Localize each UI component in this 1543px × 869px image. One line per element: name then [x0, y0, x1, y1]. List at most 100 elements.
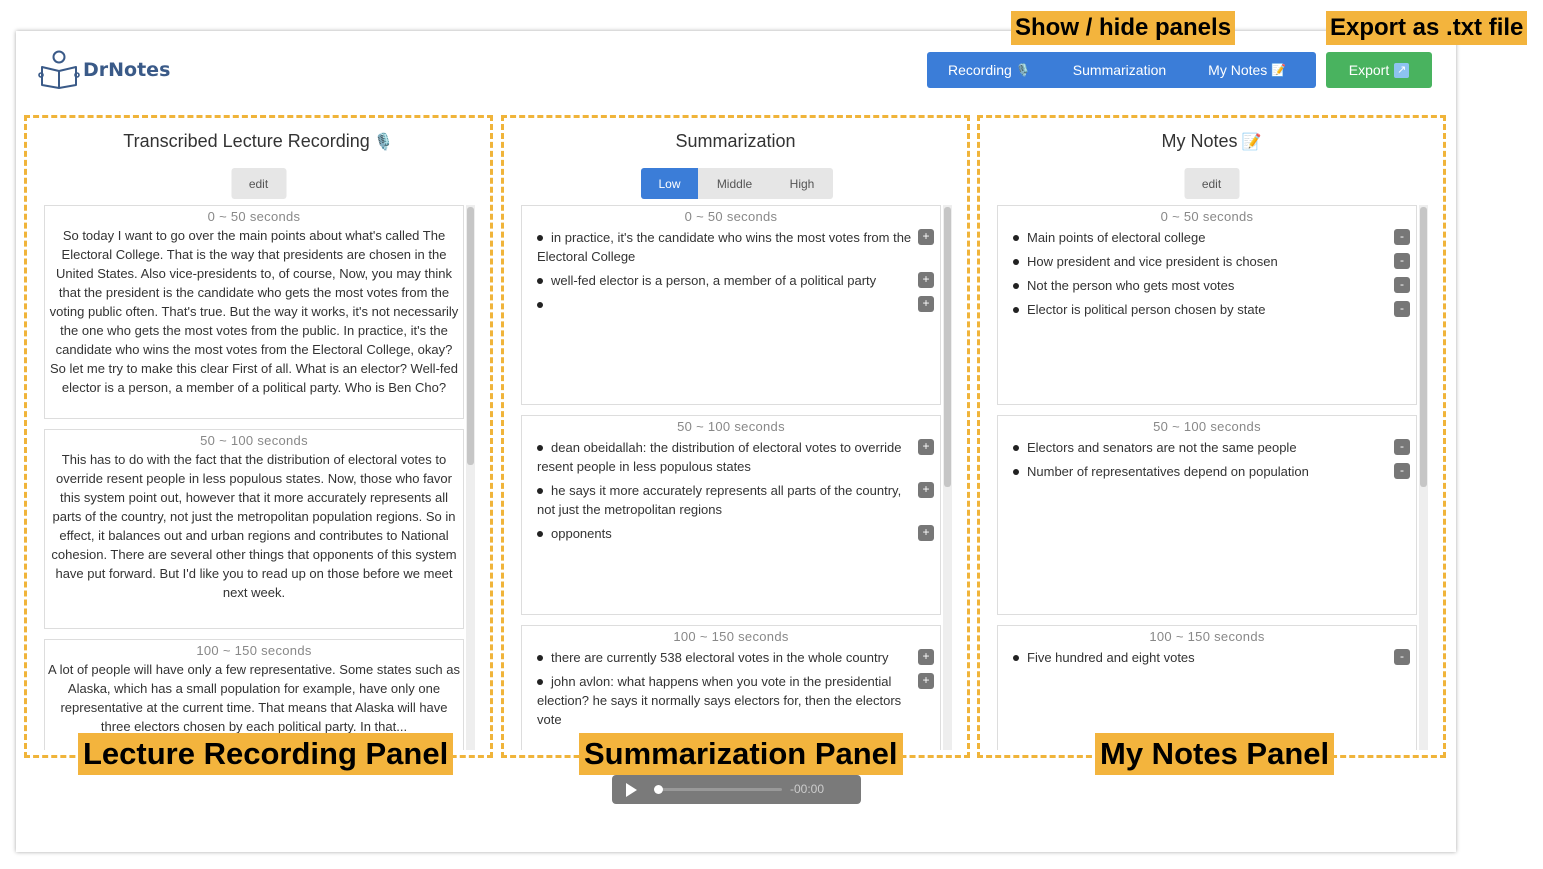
- note-item[interactable]: Elector is political person chosen by st…: [1013, 300, 1410, 319]
- notes-chunk-list[interactable]: 0 ~ 50 seconds Main points of electoral …: [997, 205, 1419, 750]
- scroll-thumb[interactable]: [1420, 207, 1427, 487]
- chunk-time-label: 50 ~ 100 seconds: [200, 433, 308, 448]
- notes-edit-button[interactable]: edit: [1184, 168, 1239, 199]
- recording-edit-button[interactable]: edit: [231, 168, 286, 199]
- summary-item[interactable]: +: [537, 295, 934, 314]
- transcript-chunk: 50 ~ 100 seconds This has to do with the…: [44, 429, 464, 629]
- bullet-icon: [537, 654, 543, 661]
- scroll-thumb[interactable]: [944, 207, 951, 487]
- toggle-summarization-button[interactable]: Summarization: [1073, 52, 1166, 88]
- callout-recording-panel: Lecture Recording Panel: [78, 733, 454, 775]
- summary-item-text: john avlon: what happens when you vote i…: [537, 674, 902, 727]
- transcript-text: A lot of people will have only a few rep…: [48, 662, 460, 734]
- chunk-time-label: 100 ~ 150 seconds: [673, 629, 789, 644]
- summary-item-text: well-fed elector is a person, a member o…: [551, 273, 877, 288]
- note-item[interactable]: Main points of electoral college -: [1013, 228, 1410, 247]
- bullet-icon: [1013, 306, 1019, 313]
- notes-chunk: 0 ~ 50 seconds Main points of electoral …: [997, 205, 1417, 405]
- add-to-notes-button[interactable]: +: [918, 229, 934, 245]
- note-item[interactable]: Five hundred and eight votes -: [1013, 648, 1410, 667]
- summary-chunk-list[interactable]: 0 ~ 50 seconds in practice, it's the can…: [521, 205, 943, 750]
- note-item-text: Elector is political person chosen by st…: [1027, 302, 1266, 317]
- add-to-notes-button[interactable]: +: [918, 272, 934, 288]
- audio-time: -00:00: [790, 782, 825, 796]
- remove-note-button[interactable]: -: [1394, 229, 1410, 245]
- level-low-button[interactable]: Low: [641, 168, 698, 199]
- remove-note-button[interactable]: -: [1394, 463, 1410, 479]
- note-item-text: Not the person who gets most votes: [1027, 278, 1235, 293]
- note-item[interactable]: How president and vice president is chos…: [1013, 252, 1410, 271]
- chunk-time-label: 0 ~ 50 seconds: [684, 209, 778, 224]
- toggle-notes-label: My Notes: [1208, 62, 1268, 78]
- summary-item[interactable]: dean obeidallah: the distribution of ele…: [537, 438, 934, 476]
- summary-list: dean obeidallah: the distribution of ele…: [522, 434, 940, 543]
- summary-chunk: 100 ~ 150 seconds there are currently 53…: [521, 625, 941, 750]
- summary-item-text: there are currently 538 electoral votes …: [551, 650, 889, 665]
- notes-scrollbar[interactable]: [1419, 205, 1428, 750]
- summary-item[interactable]: he says it more accurately represents al…: [537, 481, 934, 519]
- callout-notes-panel: My Notes Panel: [1095, 733, 1335, 775]
- summarization-panel-title: Summarization: [675, 131, 796, 151]
- summary-item[interactable]: john avlon: what happens when you vote i…: [537, 672, 934, 729]
- note-item-text: Five hundred and eight votes: [1027, 650, 1195, 665]
- remove-note-button[interactable]: -: [1394, 277, 1410, 293]
- recording-panel: Transcribed Lecture Recording 🎙️ edit 0 ~…: [24, 115, 493, 758]
- add-to-notes-button[interactable]: +: [918, 482, 934, 498]
- bullet-icon: [1013, 444, 1019, 451]
- summary-item[interactable]: there are currently 538 electoral votes …: [537, 648, 934, 667]
- note-item[interactable]: Number of representatives depend on popu…: [1013, 462, 1410, 481]
- summary-scrollbar[interactable]: [943, 205, 952, 750]
- summary-chunk: 50 ~ 100 seconds dean obeidallah: the di…: [521, 415, 941, 615]
- notes-panel: My Notes 📝 edit 0 ~ 50 seconds Main point…: [977, 115, 1446, 758]
- memo-icon: 📝: [1241, 134, 1262, 151]
- remove-note-button[interactable]: -: [1394, 301, 1410, 317]
- audio-seek-bar[interactable]: [658, 788, 782, 791]
- external-link-icon: ↗: [1394, 62, 1410, 78]
- summary-item[interactable]: in practice, it's the candidate who wins…: [537, 228, 934, 266]
- level-middle-button[interactable]: Middle: [698, 168, 771, 199]
- remove-note-button[interactable]: -: [1394, 253, 1410, 269]
- note-item[interactable]: Electors and senators are not the same p…: [1013, 438, 1410, 457]
- note-item[interactable]: Not the person who gets most votes -: [1013, 276, 1410, 295]
- add-to-notes-button[interactable]: +: [918, 673, 934, 689]
- bullet-icon: [537, 530, 543, 537]
- add-to-notes-button[interactable]: +: [918, 439, 934, 455]
- add-to-notes-button[interactable]: +: [918, 525, 934, 541]
- app-name: DrNotes: [83, 59, 171, 81]
- note-item-text: Electors and senators are not the same p…: [1027, 440, 1297, 455]
- bullet-icon: [1013, 282, 1019, 289]
- remove-note-button[interactable]: -: [1394, 439, 1410, 455]
- toggle-notes-button[interactable]: My Notes 📝: [1208, 52, 1286, 88]
- recording-panel-title: Transcribed Lecture Recording 🎙️: [27, 131, 490, 152]
- add-to-notes-button[interactable]: +: [918, 649, 934, 665]
- level-high-button[interactable]: High: [771, 168, 833, 199]
- recording-scrollbar[interactable]: [466, 205, 475, 750]
- toggle-recording-button[interactable]: Recording 🎙️: [948, 52, 1031, 88]
- memo-icon: 📝: [1271, 63, 1287, 77]
- bullet-icon: [537, 444, 543, 451]
- callout-show-hide-panels: Show / hide panels: [1011, 11, 1236, 45]
- bullet-icon: [1013, 654, 1019, 661]
- chunk-time-label: 100 ~ 150 seconds: [196, 643, 312, 658]
- summary-item[interactable]: opponents +: [537, 524, 934, 543]
- audio-seek-handle[interactable]: [654, 785, 663, 794]
- summarization-panel: Summarization Low Middle High 0 ~ 50 sec…: [501, 115, 970, 758]
- bullet-icon: [537, 277, 543, 284]
- recording-chunk-list[interactable]: 0 ~ 50 seconds So today I want to go ove…: [44, 205, 466, 750]
- remove-note-button[interactable]: -: [1394, 649, 1410, 665]
- summary-item[interactable]: well-fed elector is a person, a member o…: [537, 271, 934, 290]
- notes-chunk: 100 ~ 150 seconds Five hundred and eight…: [997, 625, 1417, 750]
- bullet-icon: [1013, 258, 1019, 265]
- export-button[interactable]: Export ↗: [1326, 52, 1432, 88]
- summary-item-text: in practice, it's the candidate who wins…: [537, 230, 912, 264]
- scroll-thumb[interactable]: [467, 207, 474, 465]
- summary-item-text: opponents: [551, 526, 612, 541]
- summary-item-text: he says it more accurately represents al…: [537, 483, 902, 517]
- add-to-notes-button[interactable]: +: [918, 296, 934, 312]
- chunk-time-label: 100 ~ 150 seconds: [1149, 629, 1265, 644]
- chunk-time-label: 0 ~ 50 seconds: [1160, 209, 1254, 224]
- app-window: DrNotes Recording 🎙️ Summarization My Not…: [16, 31, 1456, 852]
- play-icon[interactable]: [626, 782, 637, 797]
- notes-panel-title: My Notes 📝: [980, 131, 1443, 152]
- app-logo[interactable]: DrNotes: [38, 49, 170, 89]
